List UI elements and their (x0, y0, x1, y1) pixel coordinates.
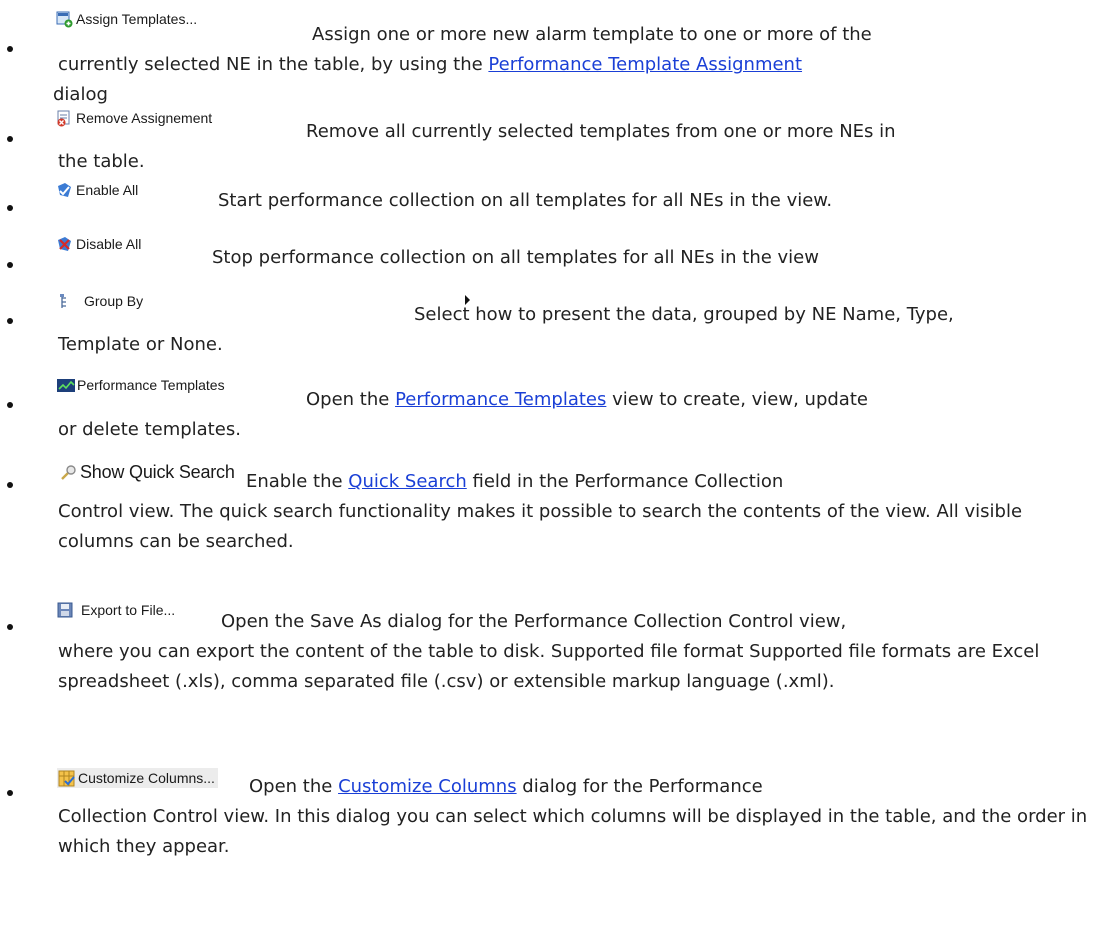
enable-all-icon (56, 182, 73, 199)
description-line: Select how to present the data, grouped … (414, 304, 954, 325)
disable-all-icon (56, 236, 73, 253)
description-line: Start performance collection on all temp… (218, 190, 833, 211)
bullet (7, 790, 13, 796)
customize-columns-link[interactable]: Customize Columns (338, 776, 517, 797)
description-line: Open the Save As dialog for the Performa… (221, 611, 847, 632)
item-description: Assign one or more new alarm template to… (53, 20, 1093, 110)
description-text: where you can export the content of the … (58, 641, 1040, 692)
description-text: dialog (53, 84, 108, 105)
item-description: Open the Customize Columns dialog for th… (58, 772, 1093, 862)
performance-template-assignment-link[interactable]: Performance Template Assignment (488, 54, 802, 75)
item-description: Select how to present the data, grouped … (58, 300, 1093, 360)
menu-label: Enable All (76, 182, 139, 198)
description-line: Remove all currently selected templates … (306, 121, 896, 142)
description-text: Template or None. (58, 334, 223, 355)
description-text: view to create, view, update (606, 389, 868, 410)
item-description: Stop performance collection on all templ… (212, 243, 1093, 273)
menu-label: Disable All (76, 236, 142, 252)
description-text: currently selected NE in the table, by u… (58, 54, 489, 75)
description-line: Stop performance collection on all templ… (212, 247, 819, 268)
item-description: Enable the Quick Search field in the Per… (58, 467, 1093, 557)
description-text: field in the Performance Collection (466, 471, 784, 492)
description-text: Control view. The quick search functiona… (58, 501, 1023, 552)
description-text: Open the (249, 776, 339, 797)
description-text: Collection Control view. In this dialog … (58, 806, 1088, 857)
description-text: Open the (306, 389, 396, 410)
bullet (7, 482, 13, 488)
description-text: Enable the (246, 471, 349, 492)
item-description: Start performance collection on all temp… (218, 186, 1093, 216)
description-text: the table. (58, 151, 145, 172)
item-description: Open the Performance Templates view to c… (58, 385, 1093, 445)
bullet (7, 262, 13, 268)
performance-templates-link[interactable]: Performance Templates (395, 389, 606, 410)
description-text: dialog for the Performance (516, 776, 763, 797)
description-line: Assign one or more new alarm template to… (312, 24, 872, 45)
bullet (7, 136, 13, 142)
bullet (7, 402, 13, 408)
description-text: or delete templates. (58, 419, 241, 440)
disable-all-menu-item: Disable All (56, 235, 141, 253)
bullet (7, 205, 13, 211)
bullet (7, 318, 13, 324)
bullet (7, 624, 13, 630)
bullet (7, 46, 13, 52)
enable-all-menu-item: Enable All (56, 181, 138, 199)
item-description: Remove all currently selected templates … (58, 117, 1093, 177)
item-description: Open the Save As dialog for the Performa… (58, 607, 1093, 697)
quick-search-link[interactable]: Quick Search (348, 471, 466, 492)
